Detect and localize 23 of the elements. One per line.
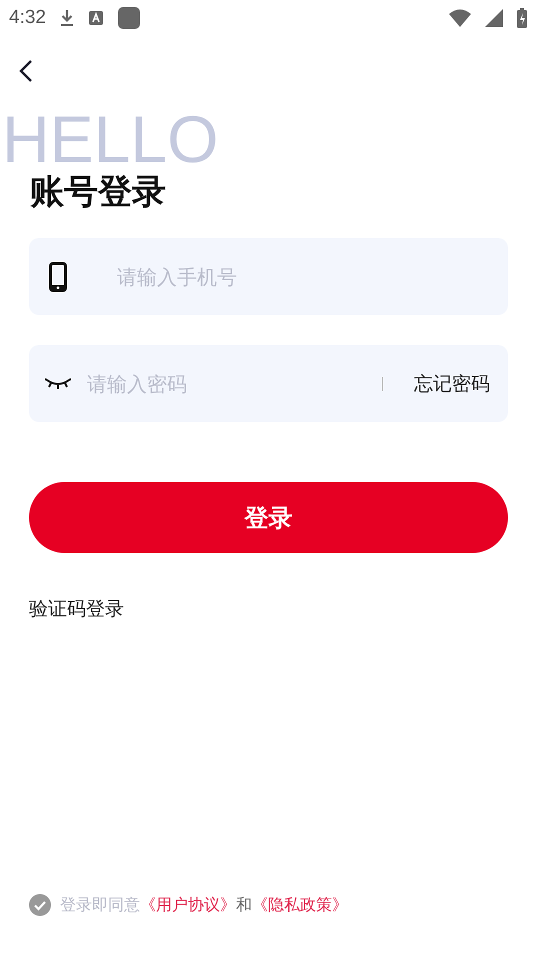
notification-icon — [88, 10, 104, 26]
background-word: HELLO — [2, 106, 218, 172]
privacy-policy-link[interactable]: 《隐私政策》 — [252, 894, 348, 914]
back-icon[interactable] — [19, 59, 33, 83]
login-button[interactable]: 登录 — [29, 482, 508, 553]
agree-checkbox[interactable] — [29, 894, 51, 916]
phone-field[interactable]: 请输入手机号 — [117, 238, 490, 315]
download-icon — [60, 9, 74, 27]
code-login-link[interactable]: 验证码登录 — [29, 596, 124, 622]
password-field[interactable]: 请输入密码 — [87, 345, 382, 422]
password-field[interactable]: 请输入密码 忘记密码 — [29, 345, 508, 422]
app-icon — [118, 7, 140, 29]
page-title: 账号登录 — [30, 172, 166, 213]
forgot-password-link[interactable]: 忘记密码 — [414, 370, 490, 396]
agreement-text: 登录即同意《用户协议》和《隐私政策》 — [60, 894, 348, 916]
phone-icon — [49, 262, 67, 292]
phone-field[interactable]: 请输入手机号 — [29, 238, 508, 315]
signal-icon — [485, 9, 503, 27]
closed-eye-icon[interactable] — [45, 378, 71, 390]
user-agreement-link[interactable]: 《用户协议》 — [140, 894, 236, 914]
battery-icon — [517, 8, 527, 28]
status-time: 4:32 — [9, 7, 46, 29]
wifi-icon — [449, 9, 471, 27]
